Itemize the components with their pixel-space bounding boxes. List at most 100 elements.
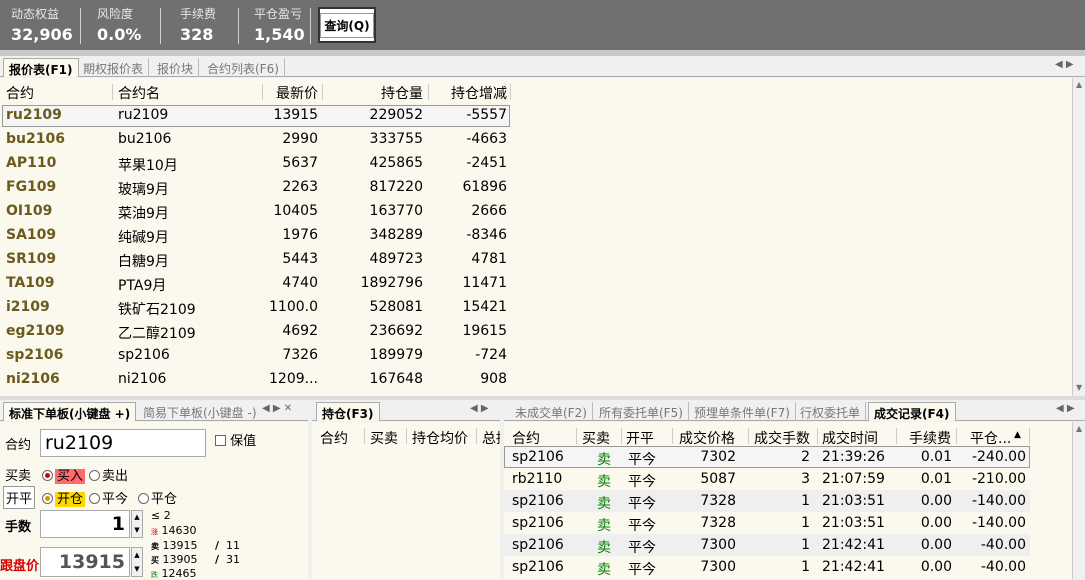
oi-change: 61896 <box>462 179 507 195</box>
limit-up-qty: ≤ 2 <box>151 509 171 522</box>
trade-contract: rb2110 <box>512 471 563 487</box>
column-divider[interactable] <box>322 84 323 100</box>
trade-close-pnl: -240.00 <box>971 449 1026 465</box>
column-header[interactable]: 买卖 <box>370 428 398 448</box>
tab-scroll-arrows[interactable]: ◀ ▶ <box>470 403 489 414</box>
column-divider[interactable] <box>476 428 477 444</box>
open-interest: 167648 <box>369 371 423 387</box>
scroll-up-icon[interactable]: ▲ <box>1076 424 1082 433</box>
column-divider[interactable] <box>621 428 622 444</box>
quote-scrollbar[interactable]: ▲ ▼ <box>1072 78 1085 396</box>
tab-conditional-orders[interactable]: 预埋单条件单(F7) <box>689 402 796 421</box>
scroll-up-icon[interactable]: ▲ <box>1076 80 1082 89</box>
column-divider[interactable] <box>112 84 113 100</box>
contract-code: AP110 <box>6 155 57 171</box>
quote-table: 合约 合约名 最新价 持仓量 持仓增减 ru2109 ru2109 13915 229052 -… <box>0 78 1085 396</box>
oi-change: -724 <box>475 347 507 363</box>
column-divider[interactable] <box>672 428 673 444</box>
column-header[interactable]: 持仓量 <box>325 83 423 103</box>
divider <box>160 8 161 44</box>
trade-qty: 1 <box>801 493 810 509</box>
trade-time: 21:07:59 <box>822 471 885 487</box>
ask-volume: / 11 <box>215 539 241 552</box>
last-price: 1209... <box>269 371 318 387</box>
column-divider[interactable] <box>364 428 365 444</box>
contract-code: bu2106 <box>6 131 65 147</box>
column-header[interactable]: 合约名 <box>118 83 258 103</box>
tab-scroll-arrows[interactable]: ◀ ▶ <box>1055 59 1074 70</box>
tab-scroll-arrows[interactable]: ◀ ▶ ✕ <box>262 403 292 414</box>
hedge-checkbox[interactable]: 保值 <box>215 430 256 449</box>
metric-label: 手续费 <box>180 7 217 21</box>
column-header[interactable]: 买卖 <box>582 428 610 448</box>
metric-label: 平仓盈亏 <box>254 7 303 21</box>
last-price: 7326 <box>282 347 318 363</box>
open-interest: 236692 <box>369 323 423 339</box>
metric-equity: 动态权益 32,906 <box>11 5 73 44</box>
column-divider[interactable] <box>576 428 577 444</box>
contract-input[interactable]: ru2109 <box>40 429 206 457</box>
column-divider[interactable] <box>262 84 263 100</box>
tab-trade-records[interactable]: 成交记录(F4) <box>868 402 956 421</box>
oi-change: -4663 <box>466 131 507 147</box>
price-input[interactable]: 13915 <box>40 547 130 577</box>
column-header[interactable]: 成交手数 <box>754 428 810 448</box>
trade-fee: 0.00 <box>920 559 952 575</box>
column-header[interactable]: 开平 <box>626 428 654 448</box>
tab-standard-order[interactable]: 标准下单板(小键盘 +) <box>3 402 137 421</box>
column-divider[interactable] <box>748 428 749 444</box>
last-price: 10405 <box>273 203 318 219</box>
trade-scrollbar[interactable]: ▲ <box>1072 422 1085 579</box>
sell-radio[interactable]: 卖出 <box>89 465 128 484</box>
column-divider[interactable] <box>428 84 429 100</box>
oi-change: 11471 <box>462 275 507 291</box>
tab-simple-order[interactable]: 简易下单板(小键盘 -) <box>138 402 262 421</box>
offset-label: 开平 <box>3 486 36 509</box>
trade-fee: 0.00 <box>920 493 952 509</box>
tab-exercise-orders[interactable]: 行权委托单 <box>795 402 867 421</box>
tab-contract-list[interactable]: 合约列表(F6) <box>202 58 285 77</box>
qty-spinner[interactable]: ▲ ▼ <box>131 510 143 538</box>
tab-positions[interactable]: 持仓(F3) <box>316 402 380 421</box>
column-header[interactable]: 成交时间 <box>822 428 878 448</box>
column-header[interactable]: 持仓增减 <box>430 83 507 103</box>
trade-qty: 1 <box>801 515 810 531</box>
qty-input[interactable]: 1 <box>40 510 130 538</box>
column-divider[interactable] <box>817 428 818 444</box>
column-divider[interactable] <box>896 428 897 444</box>
column-divider[interactable] <box>956 428 957 444</box>
tab-scroll-arrows[interactable]: ◀ ▶ <box>1056 403 1075 414</box>
tab-quote-table[interactable]: 报价表(F1) <box>3 58 79 77</box>
sort-asc-icon[interactable]: ▲ <box>1014 430 1021 440</box>
open-interest: 333755 <box>369 131 423 147</box>
tab-quote-block[interactable]: 报价块 <box>152 58 200 77</box>
oi-change: 15421 <box>462 299 507 315</box>
close-today-radio[interactable]: 平今 <box>89 488 128 507</box>
column-header[interactable]: 成交价格 <box>679 428 735 448</box>
open-radio[interactable]: 开仓 <box>42 488 86 507</box>
scroll-down-icon[interactable]: ▼ <box>1076 383 1082 392</box>
column-divider[interactable] <box>510 84 511 100</box>
column-header[interactable]: 平仓... <box>970 428 1011 448</box>
tab-option-quote[interactable]: 期权报价表 <box>78 58 150 77</box>
buy-radio[interactable]: 买入 <box>42 465 86 484</box>
query-button[interactable]: 查询(Q) <box>318 7 376 43</box>
column-header[interactable]: 合约 <box>320 428 348 448</box>
column-header[interactable]: 持仓均价 <box>412 428 468 448</box>
column-divider[interactable] <box>1029 428 1030 444</box>
tab-unfilled-orders[interactable]: 未成交单(F2) <box>510 402 593 421</box>
open-interest: 425865 <box>369 155 423 171</box>
metric-value: 1,540 <box>254 25 305 44</box>
last-price: 4692 <box>282 323 318 339</box>
column-header[interactable]: 合约 <box>6 83 111 103</box>
column-header[interactable]: 总持 <box>482 428 500 448</box>
close-radio[interactable]: 平仓 <box>138 488 177 507</box>
column-header[interactable]: 合约 <box>512 428 540 448</box>
column-header[interactable]: 手续费 <box>909 428 951 448</box>
column-divider[interactable] <box>406 428 407 444</box>
price-label: 跟盘价 <box>0 559 40 574</box>
tab-all-orders[interactable]: 所有委托单(F5) <box>594 402 689 421</box>
trade-offset: 平今 <box>628 474 656 490</box>
price-spinner[interactable]: ▲ ▼ <box>131 547 143 577</box>
column-header[interactable]: 最新价 <box>258 83 318 103</box>
